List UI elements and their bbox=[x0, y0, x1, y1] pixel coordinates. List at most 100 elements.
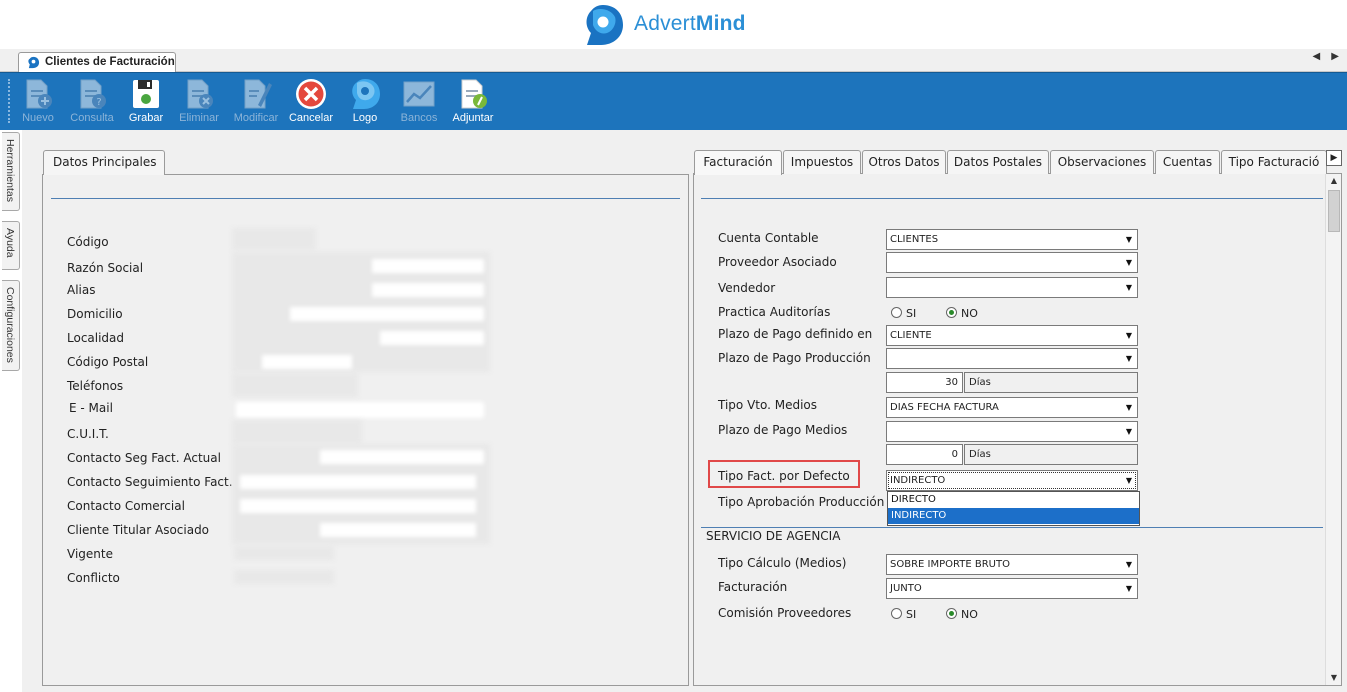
tab-impuestos[interactable]: Impuestos bbox=[783, 150, 861, 174]
comision-proveedores-no-radio[interactable] bbox=[946, 608, 957, 619]
contacto-comercial-input[interactable] bbox=[240, 499, 476, 513]
app-logo-icon bbox=[28, 56, 40, 69]
facturacion-label: Facturación bbox=[718, 580, 788, 594]
conflicto-radio-group[interactable] bbox=[234, 570, 334, 584]
right-panel-scrollbar[interactable]: ▲ ▼ bbox=[1325, 174, 1341, 685]
document-tab-strip: Clientes de Facturación ◀ ▶ bbox=[0, 49, 1347, 72]
cancelar-button[interactable]: Cancelar bbox=[287, 77, 335, 127]
left-divider bbox=[51, 198, 680, 199]
brand-name: AdvertMind bbox=[634, 12, 746, 35]
cliente-titular-asociado-input[interactable] bbox=[320, 523, 476, 537]
cuit-label: C.U.I.T. bbox=[67, 427, 109, 441]
plazo-pago-definido-label: Plazo de Pago definido en bbox=[718, 327, 873, 341]
advertmind-logo-icon bbox=[586, 5, 623, 45]
datos-principales-panel bbox=[42, 174, 689, 686]
codigo-input[interactable] bbox=[232, 228, 316, 250]
chevron-down-icon: ▼ bbox=[1125, 235, 1133, 244]
tab-impuestos-label: Impuestos bbox=[790, 155, 854, 169]
dropdown-option-directo[interactable]: DIRECTO bbox=[888, 492, 1139, 508]
tab-otros-datos[interactable]: Otros Datos bbox=[862, 150, 946, 174]
dropdown-option-indirecto[interactable]: INDIRECTO bbox=[888, 508, 1139, 524]
codigo-postal-input[interactable] bbox=[262, 355, 352, 369]
tipo-vto-medios-value: DIAS FECHA FACTURA bbox=[890, 402, 999, 413]
modificar-button[interactable]: Modificar bbox=[230, 77, 282, 127]
tipo-calculo-select[interactable]: SOBRE IMPORTE BRUTO ▼ bbox=[886, 554, 1138, 575]
tab-datos-principales[interactable]: Datos Principales bbox=[43, 150, 165, 175]
plazo-pago-medios-days-input[interactable]: 0 bbox=[886, 444, 963, 465]
logo-button[interactable]: Logo bbox=[346, 77, 384, 127]
plazo-pago-medios-select[interactable]: ▼ bbox=[886, 421, 1138, 442]
eliminar-label: Eliminar bbox=[179, 112, 219, 124]
tab-tipo-facturacion[interactable]: Tipo Facturació bbox=[1221, 150, 1327, 174]
tab-observaciones[interactable]: Observaciones bbox=[1050, 150, 1154, 174]
cuenta-contable-value: CLIENTES bbox=[890, 234, 939, 245]
agencia-section-title: SERVICIO DE AGENCIA bbox=[706, 529, 841, 543]
nuevo-button[interactable]: Nuevo bbox=[18, 77, 58, 127]
scrollbar-thumb[interactable] bbox=[1328, 190, 1340, 232]
svg-text:?: ? bbox=[96, 97, 101, 108]
side-tab-herramientas[interactable]: Herramientas bbox=[2, 132, 20, 211]
modificar-label: Modificar bbox=[233, 112, 279, 124]
contacto-seg-fact-actual-input[interactable] bbox=[320, 450, 484, 464]
proveedor-asociado-select[interactable]: ▼ bbox=[886, 252, 1138, 273]
plazo-pago-definido-value: CLIENTE bbox=[890, 330, 932, 341]
tipo-fact-defecto-dropdown: DIRECTO INDIRECTO bbox=[887, 491, 1140, 526]
chevron-down-icon: ▼ bbox=[1125, 584, 1133, 593]
tipo-fact-defecto-label: Tipo Fact. por Defecto bbox=[718, 469, 850, 483]
side-tab-ayuda[interactable]: Ayuda bbox=[2, 221, 20, 270]
codigo-label: Código bbox=[67, 235, 109, 249]
tab-cuentas[interactable]: Cuentas bbox=[1155, 150, 1220, 174]
plazo-pago-produccion-select[interactable]: ▼ bbox=[886, 348, 1138, 369]
bancos-button[interactable]: Bancos bbox=[397, 77, 441, 127]
adjuntar-button[interactable]: Adjuntar bbox=[449, 77, 497, 127]
contacto-seguimiento-fact-input[interactable] bbox=[240, 475, 476, 489]
tipo-vto-medios-select[interactable]: DIAS FECHA FACTURA ▼ bbox=[886, 397, 1138, 418]
consulta-button[interactable]: ? Consulta bbox=[68, 77, 116, 127]
chevron-down-icon: ▼ bbox=[1125, 560, 1133, 569]
adjuntar-label: Adjuntar bbox=[452, 112, 494, 124]
tipo-fact-defecto-select[interactable]: INDIRECTO ▼ bbox=[886, 470, 1138, 491]
email-label: E - Mail bbox=[69, 401, 113, 415]
domicilio-input[interactable] bbox=[290, 307, 484, 321]
document-tab-clientes[interactable]: Clientes de Facturación bbox=[18, 52, 176, 72]
tab-strip-scroll-arrows[interactable]: ◀ ▶ bbox=[1312, 51, 1343, 62]
tab-datos-postales[interactable]: Datos Postales bbox=[947, 150, 1049, 174]
chevron-down-icon: ▼ bbox=[1125, 427, 1133, 436]
tab-scroll-right-button[interactable]: ▶ bbox=[1326, 150, 1342, 166]
grabar-button[interactable]: Grabar bbox=[124, 77, 168, 127]
email-input[interactable] bbox=[236, 402, 484, 418]
vendedor-label: Vendedor bbox=[718, 281, 776, 295]
logo-label: Logo bbox=[352, 112, 378, 124]
scroll-down-icon[interactable]: ▼ bbox=[1329, 673, 1339, 683]
scroll-up-icon[interactable]: ▲ bbox=[1329, 176, 1339, 186]
tipo-aprobacion-produccion-label: Tipo Aprobación Producción bbox=[718, 495, 885, 509]
tab-otros-datos-label: Otros Datos bbox=[868, 155, 940, 169]
side-tab-ayuda-label: Ayuda bbox=[4, 228, 16, 258]
vendedor-select[interactable]: ▼ bbox=[886, 277, 1138, 298]
telefonos-label: Teléfonos bbox=[67, 379, 124, 393]
eliminar-button[interactable]: Eliminar bbox=[177, 77, 221, 127]
alias-input[interactable] bbox=[372, 283, 484, 297]
tab-observaciones-label: Observaciones bbox=[1057, 155, 1147, 169]
facturacion-select[interactable]: JUNTO ▼ bbox=[886, 578, 1138, 599]
comision-proveedores-no-label: NO bbox=[961, 608, 978, 621]
tipo-fact-defecto-value: INDIRECTO bbox=[890, 475, 946, 486]
razon-social-input[interactable] bbox=[372, 259, 484, 273]
vigente-radio-group[interactable] bbox=[234, 546, 334, 560]
plazo-pago-produccion-days-input[interactable]: 30 bbox=[886, 372, 963, 393]
plazo-pago-definido-select[interactable]: CLIENTE ▼ bbox=[886, 325, 1138, 346]
comision-proveedores-si-radio[interactable] bbox=[891, 608, 902, 619]
grabar-label: Grabar bbox=[128, 112, 164, 124]
cuenta-contable-select[interactable]: CLIENTES ▼ bbox=[886, 229, 1138, 250]
chevron-down-icon: ▼ bbox=[1125, 258, 1133, 267]
toolbar-grip[interactable] bbox=[8, 79, 11, 123]
telefonos-input[interactable] bbox=[232, 373, 358, 397]
side-tab-configuraciones-label: Configuraciones bbox=[4, 287, 16, 363]
practica-auditorias-no-radio[interactable] bbox=[946, 307, 957, 318]
nuevo-label: Nuevo bbox=[22, 112, 54, 124]
practica-auditorias-si-radio[interactable] bbox=[891, 307, 902, 318]
tab-facturacion[interactable]: Facturación bbox=[694, 150, 782, 175]
cuit-input[interactable] bbox=[232, 420, 362, 444]
side-tab-configuraciones[interactable]: Configuraciones bbox=[2, 280, 20, 371]
localidad-input[interactable] bbox=[380, 331, 484, 345]
